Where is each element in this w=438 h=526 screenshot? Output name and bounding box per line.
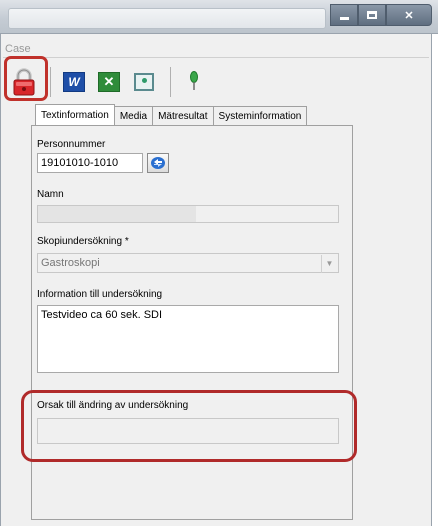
info-textarea[interactable]: Testvideo ca 60 sek. SDI [37, 305, 339, 373]
excel-export-button[interactable]: ✕ [94, 67, 124, 97]
maximize-button[interactable] [358, 4, 386, 26]
refresh-button[interactable] [147, 153, 169, 173]
case-label: Case [5, 43, 31, 55]
pin-button[interactable] [179, 67, 209, 97]
personnummer-field[interactable]: 19101010-1010 [37, 153, 143, 173]
toolbar-separator [170, 67, 171, 97]
pin-icon [190, 71, 198, 90]
window-title [8, 8, 326, 29]
tab-textinformation[interactable]: Textinformation [35, 104, 115, 125]
presentation-icon [134, 73, 154, 91]
personnummer-label: Personnummer [37, 139, 106, 150]
toolbar-separator [50, 67, 51, 97]
skopi-label: Skopiundersökning * [37, 236, 129, 247]
namn-label: Namn [37, 189, 64, 200]
close-button[interactable]: ✕ [386, 4, 432, 26]
highlight-reason [21, 390, 357, 462]
presentation-button[interactable] [129, 67, 159, 97]
info-label: Information till undersökning [37, 289, 163, 300]
tab-strip: Textinformation Media Mätresultat System… [35, 104, 308, 126]
title-bar: ✕ [0, 0, 438, 34]
skopi-selected-value: Gastroskopi [41, 257, 100, 269]
case-window: Case W ✕ Textinformation Media Mätresult… [0, 34, 432, 526]
minimize-button[interactable] [330, 4, 358, 26]
minimize-icon [339, 16, 349, 20]
tab-media[interactable]: Media [113, 106, 154, 125]
highlight-lock [4, 56, 48, 101]
tab-systeminformation[interactable]: Systeminformation [212, 106, 308, 125]
refresh-icon [151, 157, 165, 169]
skopi-select[interactable]: Gastroskopi ▼ [37, 253, 339, 273]
word-export-button[interactable]: W [59, 67, 89, 97]
chevron-down-icon[interactable]: ▼ [321, 255, 337, 273]
maximize-icon [367, 11, 377, 19]
close-icon: ✕ [404, 9, 414, 22]
namn-field[interactable] [37, 205, 339, 223]
divider [3, 57, 429, 58]
excel-icon: ✕ [98, 72, 120, 92]
word-icon: W [63, 72, 85, 92]
tab-matresultat[interactable]: Mätresultat [152, 106, 214, 125]
window-controls: ✕ [330, 4, 432, 28]
